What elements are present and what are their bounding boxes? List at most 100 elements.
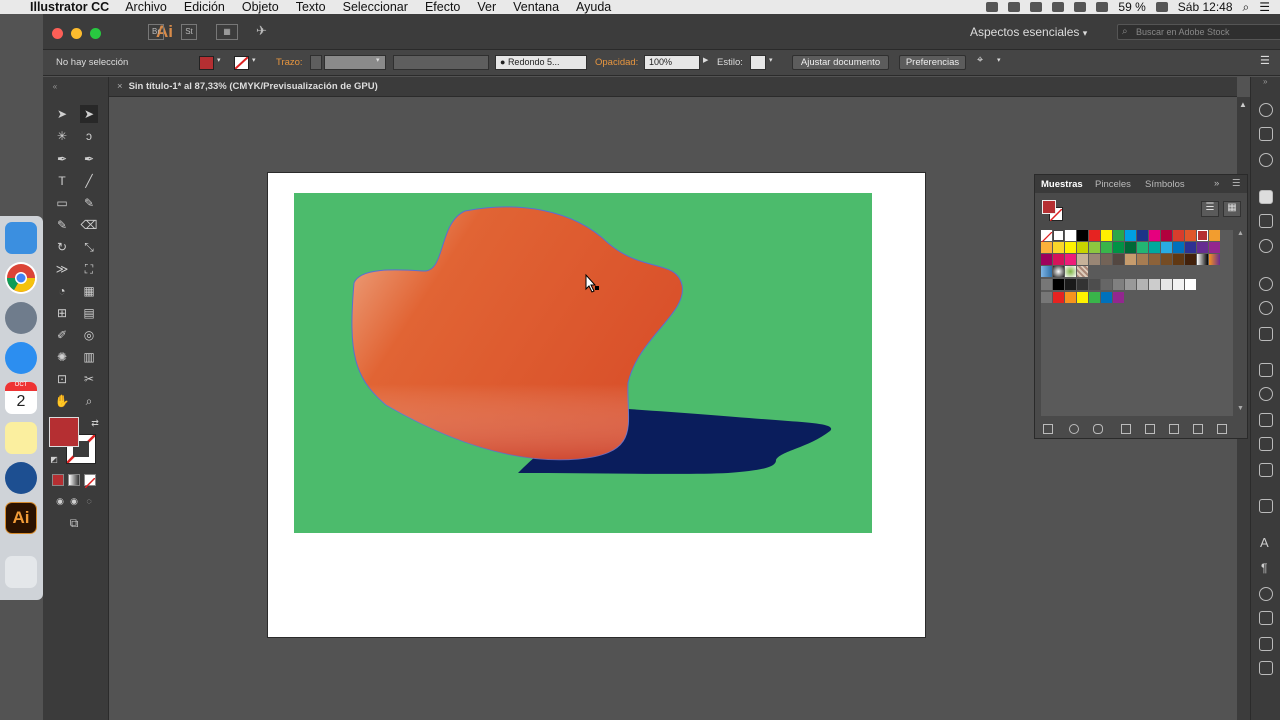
paragraph-panel-icon[interactable]: ¶ <box>1261 561 1267 575</box>
line-tool-icon[interactable]: ╱ <box>80 172 98 190</box>
swatch-pattern[interactable] <box>1077 266 1088 277</box>
stock-button[interactable]: St <box>181 24 197 40</box>
brushes-panel-icon[interactable] <box>1259 214 1273 228</box>
swatch[interactable] <box>1113 242 1124 253</box>
panel-menu-icon[interactable]: ☰ <box>1232 178 1241 189</box>
app-menu[interactable]: Illustrator CC <box>30 0 109 14</box>
swatch[interactable] <box>1149 254 1160 265</box>
swatch[interactable] <box>1101 230 1112 241</box>
thumbnail-view-icon[interactable]: ▦ <box>1223 201 1241 217</box>
fill-dropdown-arrow[interactable]: ▾ <box>217 56 221 64</box>
asset-export-icon[interactable] <box>1259 661 1273 675</box>
arrange-dropdown-arrow[interactable]: ▾ <box>997 56 1001 64</box>
align-panel-icon[interactable] <box>1259 413 1273 427</box>
clock[interactable]: Sáb 12:48 <box>1178 0 1233 14</box>
opacity-arrow[interactable]: ▶ <box>703 56 708 64</box>
swatch[interactable] <box>1065 279 1076 290</box>
swatch[interactable] <box>1065 242 1076 253</box>
calendar-icon[interactable]: OCT 2 <box>5 382 37 414</box>
stroke-weight-stepper[interactable] <box>310 55 322 70</box>
swatch[interactable] <box>1185 254 1196 265</box>
close-window-button[interactable] <box>52 28 63 39</box>
swatch[interactable] <box>1101 279 1112 290</box>
cloud-icon[interactable] <box>1030 2 1043 12</box>
swatch[interactable] <box>1101 254 1112 265</box>
gpu-performance-icon[interactable]: ✈ <box>256 23 267 39</box>
bluetooth-icon[interactable] <box>1074 2 1087 12</box>
stroke-label[interactable]: Trazo: <box>276 57 303 68</box>
brush-definition-dropdown[interactable]: ● Redondo 5... <box>495 55 587 70</box>
arrange-icon[interactable]: ⌖ <box>977 54 983 67</box>
swatch[interactable] <box>1077 292 1088 303</box>
arrange-documents-icon[interactable]: ▦ <box>216 24 238 40</box>
spotlight-icon[interactable]: ⌕ <box>1243 0 1250 15</box>
menu-edicion[interactable]: Edición <box>184 0 225 14</box>
zoom-window-button[interactable] <box>90 28 101 39</box>
shaper-tool-icon[interactable]: ✎ <box>53 216 71 234</box>
cc-library-icon[interactable] <box>1093 424 1103 434</box>
menu-objeto[interactable]: Objeto <box>242 0 279 14</box>
lasso-tool-icon[interactable]: ↄ <box>80 127 98 145</box>
eyedropper-tool-icon[interactable]: ✐ <box>53 326 71 344</box>
swatch[interactable] <box>1125 230 1136 241</box>
stock-search-input[interactable]: ⌕ Buscar en Adobe Stock <box>1117 24 1280 40</box>
tab-close-icon[interactable]: × <box>117 81 123 92</box>
eraser-tool-icon[interactable]: ⌫ <box>80 216 98 234</box>
swatch[interactable] <box>1185 279 1196 290</box>
swatch[interactable] <box>1137 279 1148 290</box>
swatch[interactable] <box>1149 279 1160 290</box>
tab-simbolos[interactable]: Símbolos <box>1145 179 1185 190</box>
swatch[interactable] <box>1041 254 1052 265</box>
minimize-window-button[interactable] <box>71 28 82 39</box>
swatch[interactable] <box>1053 242 1064 253</box>
menu-ver[interactable]: Ver <box>477 0 496 14</box>
type-tool-icon[interactable]: T <box>53 172 71 190</box>
appearance-panel-icon[interactable] <box>1259 277 1273 291</box>
swatch[interactable] <box>1053 279 1064 290</box>
menu-texto[interactable]: Texto <box>296 0 326 14</box>
quicktime-icon[interactable] <box>5 462 37 494</box>
swatch-none[interactable] <box>1040 230 1053 244</box>
expand-panels-icon[interactable]: » <box>1263 77 1267 86</box>
artwork-svg[interactable] <box>268 173 925 637</box>
swatch-gradient[interactable] <box>1197 254 1208 265</box>
swatch[interactable] <box>1113 279 1124 290</box>
swatch[interactable] <box>1185 242 1196 253</box>
swatch[interactable] <box>1041 242 1052 253</box>
screen-mode-icon[interactable]: ⧉ <box>65 514 83 532</box>
swatch-group-folder[interactable] <box>1041 292 1052 303</box>
swatch[interactable] <box>1101 292 1112 303</box>
swatch[interactable] <box>1149 242 1160 253</box>
delete-swatch-icon[interactable] <box>1217 424 1227 434</box>
swatch[interactable] <box>1209 230 1220 241</box>
stroke-weight-arrow[interactable]: ▾ <box>376 56 380 64</box>
illustrator-dock-icon[interactable]: Ai <box>5 502 37 534</box>
none-mode-icon[interactable] <box>84 474 96 489</box>
width-tool-icon[interactable]: ≫ <box>53 260 71 278</box>
swatch-group-folder[interactable] <box>1041 279 1052 290</box>
swatch[interactable] <box>1185 230 1196 241</box>
swatch[interactable] <box>1113 254 1124 265</box>
swatch[interactable] <box>1197 242 1208 253</box>
transparency-panel-icon[interactable] <box>1259 363 1273 377</box>
swatch-registration[interactable] <box>1053 230 1064 241</box>
show-swatch-kinds-icon[interactable] <box>1121 424 1131 434</box>
stroke-color-swatch[interactable] <box>234 56 249 70</box>
column-graph-tool-icon[interactable]: ▥ <box>80 348 98 366</box>
swatch[interactable] <box>1089 230 1100 241</box>
curvature-tool-icon[interactable]: ✒ <box>80 150 98 168</box>
rectangle-tool-icon[interactable]: ▭ <box>53 194 71 212</box>
swatch[interactable] <box>1113 292 1124 303</box>
menu-seleccionar[interactable]: Seleccionar <box>343 0 408 14</box>
swatch-options-icon[interactable] <box>1145 424 1155 434</box>
scale-tool-icon[interactable]: ⤡ <box>80 238 98 256</box>
active-fill-swatch-front[interactable] <box>1042 200 1056 214</box>
mesh-tool-icon[interactable]: ⊞ <box>53 304 71 322</box>
pathfinder-panel-icon[interactable] <box>1259 611 1273 625</box>
pen-tool-icon[interactable]: ✒ <box>53 150 71 168</box>
swatch-pattern[interactable] <box>1053 266 1064 277</box>
swatch[interactable] <box>1077 230 1088 241</box>
swatch[interactable] <box>1137 230 1148 241</box>
color-guide-icon[interactable] <box>1259 127 1273 141</box>
draw-inside-icon[interactable]: ◌ <box>80 492 98 510</box>
